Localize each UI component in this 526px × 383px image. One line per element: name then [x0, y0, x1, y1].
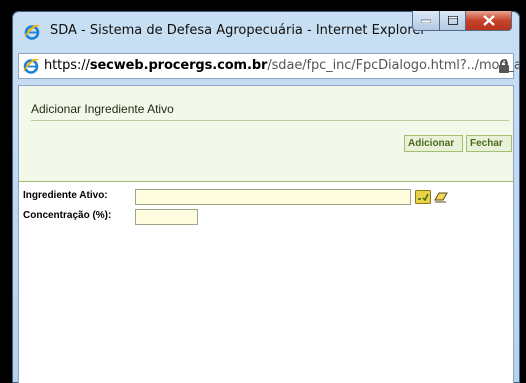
eraser-icon[interactable]: [434, 192, 448, 203]
url-scheme: https://: [44, 58, 90, 73]
maximize-icon: [447, 16, 458, 25]
maximize-button[interactable]: [440, 11, 466, 31]
dialog-header-panel: Adicionar Ingrediente Ativo Adicionar Fe…: [19, 86, 513, 182]
window-controls: [412, 11, 512, 31]
lock-icon: [499, 59, 509, 73]
close-icon: [482, 15, 495, 26]
ingrediente-label: Ingrediente Ativo:: [23, 190, 108, 201]
ingrediente-field-box: [135, 189, 414, 210]
close-button[interactable]: Fechar: [466, 135, 512, 152]
close-window-button[interactable]: [466, 11, 512, 31]
url-host: secweb.procergs.com.br: [89, 58, 268, 73]
minimize-icon: [421, 19, 431, 23]
url-path: /sdae/fpc_inc/FpcDialogo.html?../mod_ag: [267, 58, 520, 73]
ie-page-icon: [23, 58, 39, 74]
title-bar[interactable]: SDA - Sistema de Defesa Agropecuária - I…: [12, 11, 520, 53]
concentracao-field-box: [135, 209, 201, 230]
address-bar[interactable]: https://secweb.procergs.com.br/sdae/fpc_…: [18, 53, 520, 79]
ie-logo-icon: [24, 24, 40, 40]
browser-window: SDA - Sistema de Defesa Agropecuária - I…: [12, 11, 520, 383]
page-content: Adicionar Ingrediente Ativo Adicionar Fe…: [18, 85, 514, 383]
minimize-button[interactable]: [412, 11, 440, 31]
concentracao-label: Concentração (%):: [23, 210, 112, 221]
title-divider: [31, 120, 509, 121]
dialog-title: Adicionar Ingrediente Ativo: [31, 102, 174, 116]
concentracao-input[interactable]: [136, 215, 201, 230]
search-icon[interactable]: [415, 190, 431, 204]
add-button[interactable]: Adicionar: [404, 135, 463, 152]
ingrediente-input[interactable]: [136, 195, 414, 210]
address-url: https://secweb.procergs.com.br/sdae/fpc_…: [44, 58, 520, 73]
window-title: SDA - Sistema de Defesa Agropecuária - I…: [50, 23, 426, 38]
